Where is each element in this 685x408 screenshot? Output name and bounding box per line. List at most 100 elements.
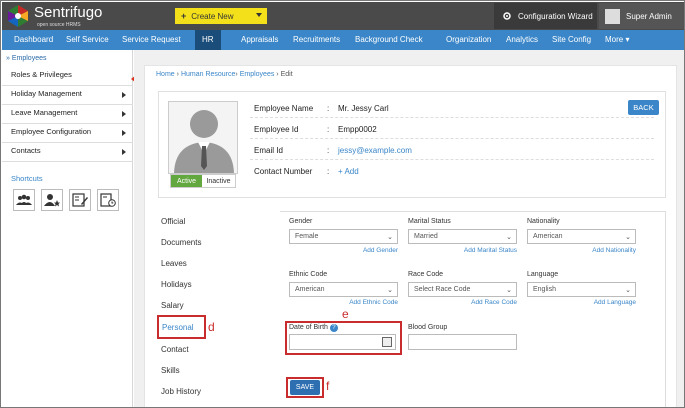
users-group-icon: [16, 194, 32, 205]
chevron-down-icon: ⌄: [387, 287, 393, 294]
shortcut-employees[interactable]: [13, 189, 35, 211]
nav-item-analytics[interactable]: Analytics: [506, 35, 538, 44]
sidebar-item-holiday-management[interactable]: Holiday Management: [2, 86, 133, 105]
annotation-box-d: [157, 315, 206, 339]
tab-skills[interactable]: Skills: [161, 366, 180, 375]
gender-select[interactable]: Female ⌄: [289, 229, 398, 244]
breadcrumb-human-resource[interactable]: Human Resource: [181, 71, 235, 78]
nav-item-organization[interactable]: Organization: [446, 35, 491, 44]
chevron-right-icon: [122, 149, 126, 155]
app-window: Sentrifugo open source HRMS + Create New…: [0, 0, 685, 408]
ethnic-code-select[interactable]: American ⌄: [289, 282, 398, 297]
annotation-box-f: [286, 377, 324, 398]
nav-more-label: More: [605, 35, 624, 44]
nav-item-site-config[interactable]: Site Config: [552, 35, 591, 44]
add-language-link[interactable]: Add Language: [527, 299, 636, 306]
chevron-down-icon: ⌄: [387, 234, 393, 241]
nav-item-hr[interactable]: HR: [195, 30, 221, 50]
configuration-wizard-label: Configuration Wizard: [518, 11, 593, 21]
sidebar-item-leave-management[interactable]: Leave Management: [2, 105, 133, 124]
tab-documents[interactable]: Documents: [161, 238, 201, 247]
field-label: Employee Id: [254, 125, 299, 134]
add-gender-link[interactable]: Add Gender: [289, 247, 398, 254]
marital-status-select[interactable]: Married ⌄: [408, 229, 517, 244]
nav-item-self-service[interactable]: Self Service: [66, 35, 109, 44]
add-contact-link[interactable]: + Add: [338, 167, 359, 176]
sidebar: » Employees Roles & Privileges Holiday M…: [2, 50, 136, 407]
shortcuts-title: Shortcuts: [11, 174, 43, 183]
add-ethnic-code-link[interactable]: Add Ethnic Code: [289, 299, 398, 306]
back-button[interactable]: BACK: [628, 100, 659, 115]
employee-id-value: Empp0002: [338, 125, 377, 134]
edit-document-icon: [72, 193, 88, 207]
user-avatar: [605, 8, 620, 24]
breadcrumb-employees[interactable]: Employees: [240, 71, 275, 78]
race-code-label: Race Code: [408, 271, 444, 278]
shortcut-time-report[interactable]: [97, 189, 119, 211]
field-label: Employee Name: [254, 104, 314, 113]
nav-item-appraisals[interactable]: Appraisals: [241, 35, 278, 44]
tab-holidays[interactable]: Holidays: [161, 280, 192, 289]
colon: :: [327, 167, 330, 176]
sidebar-item-roles-privileges[interactable]: Roles & Privileges: [2, 67, 133, 86]
nav-item-dashboard[interactable]: Dashboard: [14, 35, 53, 44]
email-value[interactable]: jessy@example.com: [338, 146, 412, 155]
breadcrumb-home[interactable]: Home: [156, 71, 175, 78]
status-inactive-button[interactable]: Inactive: [202, 175, 235, 187]
expand-icon: »: [6, 55, 10, 62]
status-active-button[interactable]: Active: [171, 175, 202, 187]
gender-label: Gender: [289, 218, 313, 225]
nav-item-recruitments[interactable]: Recruitments: [293, 35, 340, 44]
employee-name-value: Mr. Jessy Carl: [338, 104, 389, 113]
add-nationality-link[interactable]: Add Nationality: [527, 247, 636, 254]
status-toggle: Active Inactive: [170, 174, 236, 188]
configuration-wizard-button[interactable]: Configuration Wizard: [494, 3, 597, 29]
breadcrumb: Home › Human Resource› Employees › Edit: [156, 71, 293, 78]
field-label: Contact Number: [254, 167, 313, 176]
nav-item-more[interactable]: More ▾: [605, 35, 629, 44]
breadcrumb-sep: ›: [276, 71, 279, 78]
sidebar-header[interactable]: » Employees: [6, 55, 47, 62]
add-race-code-link[interactable]: Add Race Code: [408, 299, 517, 306]
user-avatar-icon: [174, 110, 234, 173]
sidebar-item-employee-configuration[interactable]: Employee Configuration: [2, 124, 133, 143]
sidebar-item-contacts[interactable]: Contacts: [2, 143, 133, 162]
top-bar: Sentrifugo open source HRMS + Create New…: [2, 2, 684, 30]
user-menu[interactable]: Super Admin: [599, 3, 684, 29]
shortcut-edit-report[interactable]: [69, 189, 91, 211]
tab-official[interactable]: Official: [161, 217, 185, 226]
ethnic-code-label: Ethnic Code: [289, 271, 328, 278]
sidebar-item-label: Contacts: [11, 146, 41, 155]
chevron-down-icon: ⌄: [625, 234, 631, 241]
sidebar-item-label: Holiday Management: [11, 89, 82, 98]
language-select[interactable]: English ⌄: [527, 282, 636, 297]
nav-item-background-check[interactable]: Background Check: [355, 35, 423, 44]
app-name: Sentrifugo: [34, 4, 103, 21]
add-marital-status-link[interactable]: Add Marital Status: [408, 247, 517, 254]
annotation-label-d: d: [208, 320, 215, 334]
breadcrumb-sep: ›: [176, 71, 179, 78]
tab-leaves[interactable]: Leaves: [161, 259, 187, 268]
nationality-value: American: [533, 233, 563, 240]
gender-value: Female: [295, 233, 319, 240]
field-label: Email Id: [254, 146, 283, 155]
shortcut-user-rating[interactable]: [41, 189, 63, 211]
blood-group-input[interactable]: [408, 334, 517, 350]
nationality-select[interactable]: American ⌄: [527, 229, 636, 244]
employee-photo[interactable]: [168, 101, 238, 174]
gear-icon: [503, 12, 511, 20]
tab-salary[interactable]: Salary: [161, 301, 184, 310]
race-code-value: Select Race Code: [414, 286, 471, 293]
plus-icon: +: [181, 11, 187, 21]
user-name: Super Admin: [626, 11, 672, 21]
tab-job-history[interactable]: Job History: [161, 387, 201, 396]
nav-item-service-request[interactable]: Service Request: [122, 35, 181, 44]
race-code-select[interactable]: Select Race Code ⌄: [408, 282, 517, 297]
ethnic-code-value: American: [295, 286, 325, 293]
colon: :: [327, 104, 330, 113]
tab-contact[interactable]: Contact: [161, 345, 189, 354]
language-value: English: [533, 286, 556, 293]
create-new-button[interactable]: + Create New: [175, 8, 267, 24]
sidebar-header-label: Employees: [11, 55, 47, 62]
email-row: Email Id: jessy@example.com: [250, 140, 654, 160]
